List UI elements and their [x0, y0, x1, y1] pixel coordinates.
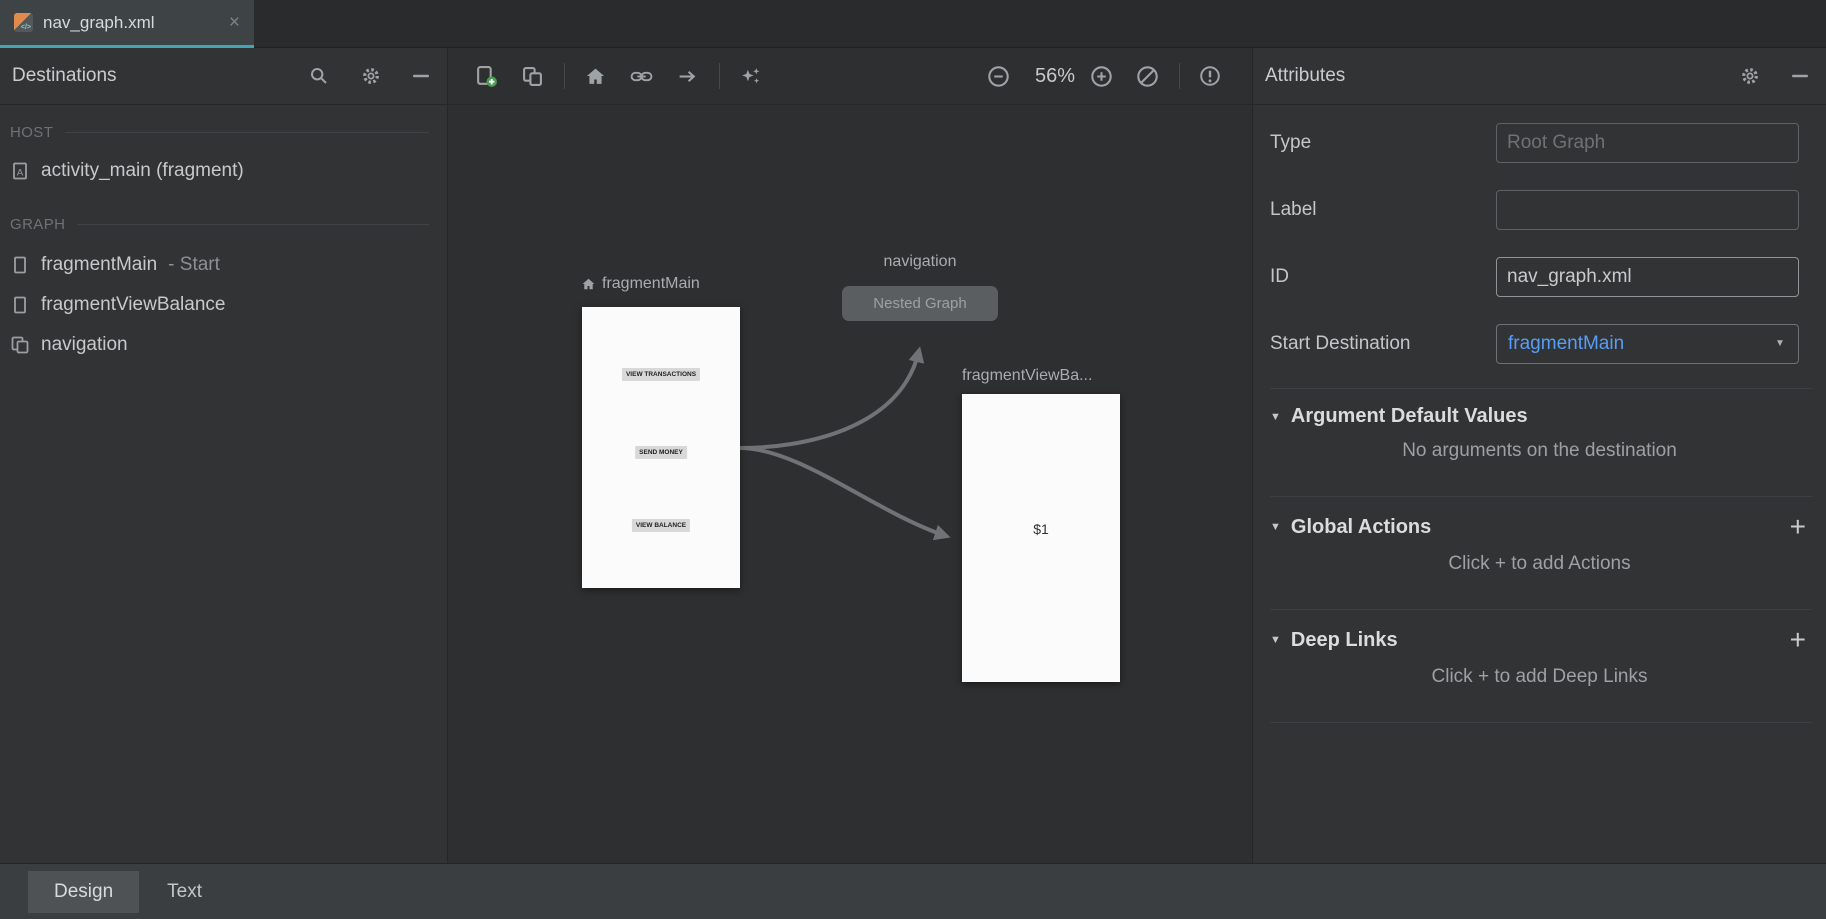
destinations-panel: Destinations HOST A acti [0, 48, 448, 863]
preview-button: SEND MONEY [635, 446, 687, 459]
graph-section-label: GRAPH [10, 211, 447, 237]
list-item-label: fragmentViewBalance [41, 294, 225, 316]
list-item-label: activity_main (fragment) [41, 160, 244, 182]
chevron-down-icon[interactable]: ▼ [1762, 338, 1798, 349]
list-item-fragment-view-balance[interactable]: fragmentViewBalance [10, 285, 447, 325]
preview-button: VIEW TRANSACTIONS [622, 368, 700, 381]
xml-file-icon: </> [14, 13, 33, 32]
section-rule [65, 132, 429, 133]
add-action-button[interactable]: + [1790, 513, 1806, 541]
editor-mode-bar: Design Text [0, 863, 1826, 919]
deep-links-hint: Click + to add Deep Links [1253, 666, 1826, 688]
list-item-activity-main[interactable]: A activity_main (fragment) [10, 149, 447, 193]
zoom-in-icon[interactable] [1083, 58, 1119, 94]
nav-graph-canvas[interactable]: fragmentMain VIEW TRANSACTIONS SEND MONE… [448, 105, 1252, 863]
destination-nested-graph[interactable]: Nested Graph [842, 286, 998, 321]
tab-title: nav_graph.xml [43, 13, 155, 33]
start-destination-row: Start Destination fragmentMain ▼ [1253, 310, 1826, 377]
collapse-triangle-icon: ▼ [1270, 411, 1281, 423]
activity-icon: A [10, 161, 30, 181]
preview-button: VIEW BALANCE [632, 519, 690, 532]
hide-panel-icon[interactable] [413, 74, 429, 78]
section-rule [77, 224, 429, 225]
destinations-header: Destinations [0, 48, 447, 105]
attributes-panel: Attributes Type Label ID [1252, 48, 1826, 863]
destination-fragment-view-balance[interactable]: $1 [962, 394, 1120, 682]
collapse-triangle-icon: ▼ [1270, 634, 1281, 646]
global-actions-hint: Click + to add Actions [1253, 553, 1826, 575]
preview-balance-text: $1 [962, 521, 1120, 537]
dropdown-value: fragmentMain [1497, 333, 1762, 355]
nested-graph-icon [10, 335, 30, 355]
id-row: ID [1253, 243, 1826, 310]
tab-text[interactable]: Text [141, 871, 228, 913]
canvas-toolbar: 56% [448, 48, 1252, 105]
zoom-level: 56% [1035, 65, 1075, 88]
start-suffix: - Start [168, 254, 220, 276]
toolbar-separator [564, 63, 565, 89]
new-destination-icon[interactable] [468, 58, 504, 94]
list-item-label: fragmentMain [41, 254, 157, 276]
attributes-header: Attributes [1253, 48, 1826, 105]
start-destination-label: Start Destination [1270, 333, 1410, 355]
type-label: Type [1270, 132, 1311, 154]
collapse-triangle-icon: ▼ [1270, 521, 1281, 533]
list-item-navigation[interactable]: navigation [10, 325, 447, 365]
destinations-title: Destinations [12, 65, 117, 87]
zoom-out-icon[interactable] [981, 58, 1017, 94]
gear-icon[interactable] [1740, 66, 1760, 86]
tab-design[interactable]: Design [28, 871, 139, 913]
toolbar-separator [719, 63, 720, 89]
canvas-column: 56% [448, 48, 1252, 863]
svg-text:A: A [17, 168, 24, 179]
fragment-view-balance-label: fragmentViewBa... [962, 367, 1092, 385]
type-row: Type [1253, 109, 1826, 176]
argument-default-values-section: ▼ Argument Default Values No arguments o… [1253, 389, 1826, 462]
type-input[interactable] [1496, 123, 1799, 163]
host-section-label: HOST [10, 119, 447, 145]
home-tool-icon[interactable] [577, 58, 613, 94]
id-input[interactable] [1496, 257, 1799, 297]
global-actions-section: ▼ Global Actions + Click + to add Action… [1253, 497, 1826, 575]
deep-links-section: ▼ Deep Links + Click + to add Deep Links [1253, 610, 1826, 688]
destination-fragment-main[interactable]: VIEW TRANSACTIONS SEND MONEY VIEW BALANC… [582, 307, 740, 588]
search-icon[interactable] [309, 66, 329, 86]
attributes-title: Attributes [1265, 65, 1345, 87]
link-tool-icon[interactable] [623, 58, 659, 94]
action-arrow-icon[interactable] [669, 58, 705, 94]
close-icon[interactable]: × [229, 13, 240, 32]
fragment-icon [10, 255, 30, 275]
home-icon [582, 278, 595, 290]
fragment-icon [10, 295, 30, 315]
list-item-fragment-main[interactable]: fragmentMain - Start [10, 245, 447, 285]
action-arrows [448, 105, 1252, 863]
error-check-icon[interactable] [1192, 58, 1228, 94]
label-row: Label [1253, 176, 1826, 243]
id-label: ID [1270, 266, 1289, 288]
toolbar-separator [1179, 63, 1180, 89]
fragment-main-label: fragmentMain [582, 275, 700, 293]
nested-graph-tool-icon[interactable] [514, 58, 550, 94]
add-deep-link-button[interactable]: + [1790, 626, 1806, 654]
nested-graph-label: Nested Graph [873, 295, 966, 312]
hide-panel-icon[interactable] [1792, 74, 1808, 78]
list-item-label: navigation [41, 334, 128, 356]
zoom-to-fit-icon[interactable] [1129, 58, 1165, 94]
argument-section-hint: No arguments on the destination [1253, 440, 1826, 462]
deep-links-header[interactable]: ▼ Deep Links + [1253, 626, 1826, 654]
global-actions-header[interactable]: ▼ Global Actions + [1253, 513, 1826, 541]
start-destination-dropdown[interactable]: fragmentMain ▼ [1496, 324, 1799, 364]
editor-tab-strip: </> nav_graph.xml × [0, 0, 1826, 48]
navigation-node-label: navigation [842, 253, 998, 271]
auto-arrange-icon[interactable] [732, 58, 768, 94]
label-label: Label [1270, 199, 1317, 221]
label-input[interactable] [1496, 190, 1799, 230]
android-studio-nav-editor: </> nav_graph.xml × Destinations HOS [0, 0, 1826, 919]
section-separator [1270, 722, 1812, 723]
argument-section-header[interactable]: ▼ Argument Default Values [1253, 405, 1826, 428]
gear-icon[interactable] [361, 66, 381, 86]
editor-tab-nav-graph[interactable]: </> nav_graph.xml × [0, 0, 254, 48]
